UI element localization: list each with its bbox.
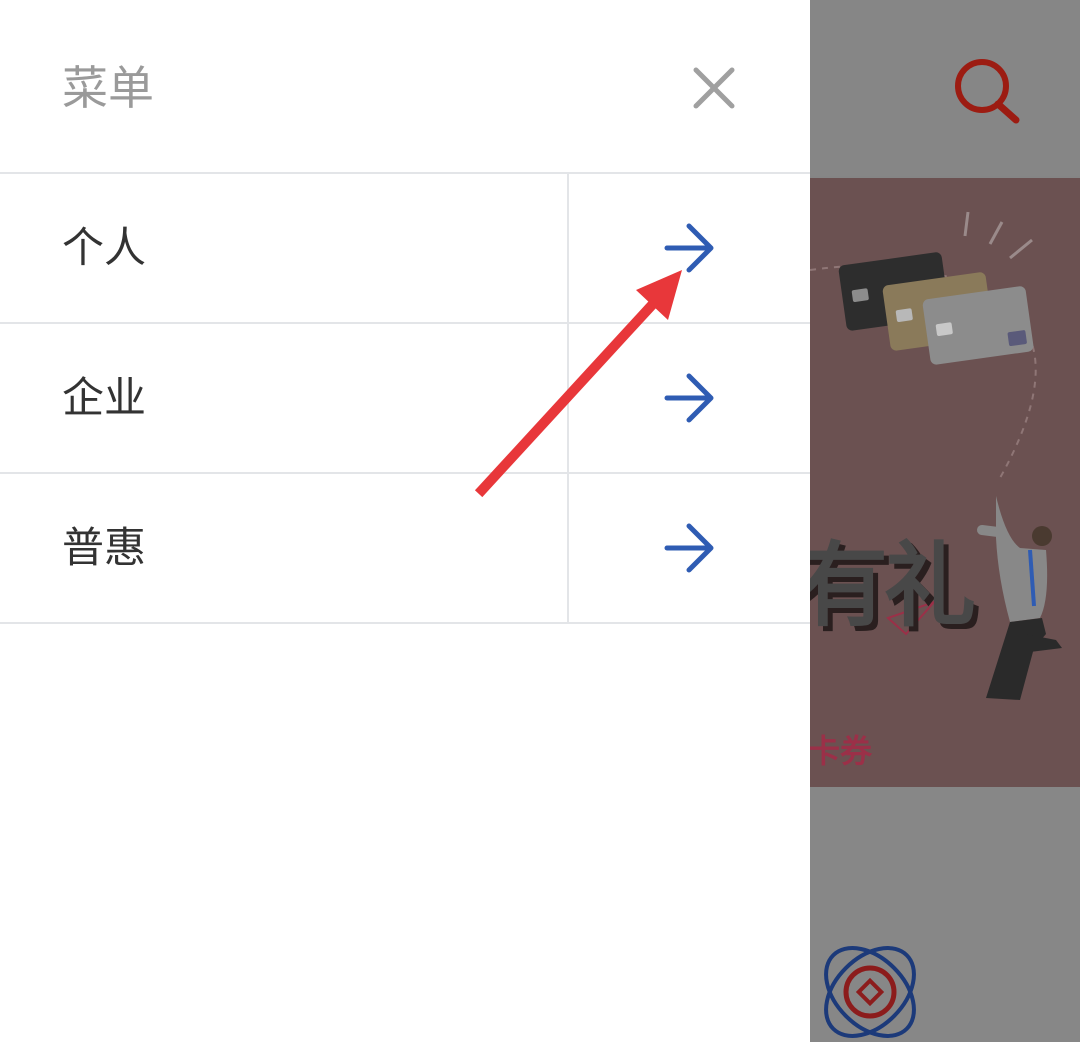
arrow-right-icon [664, 373, 714, 423]
bank-logo-icon[interactable] [812, 936, 928, 1042]
drawer-header: 菜单 [0, 0, 810, 174]
menu-item-label[interactable]: 普惠 [62, 518, 146, 578]
menu-item-label[interactable]: 个人 [62, 218, 146, 278]
search-icon[interactable] [950, 56, 1022, 128]
arrow-right-icon [664, 223, 714, 273]
menu-list: 个人 企业 普惠 [0, 174, 810, 624]
drawer-title: 菜单 [62, 61, 154, 115]
menu-item-personal-arrow-button[interactable] [569, 174, 810, 322]
menu-drawer: 菜单 个人 企业 普惠 [0, 0, 810, 1042]
menu-item-inclusive-arrow-button[interactable] [569, 474, 810, 622]
menu-item-enterprise-arrow-button[interactable] [569, 324, 810, 472]
menu-item-enterprise[interactable]: 企业 [0, 324, 810, 474]
promo-banner[interactable]: 有礼 卡券 [810, 178, 1080, 787]
banner-subheadline: 卡券 [810, 732, 873, 770]
close-icon [693, 67, 735, 109]
close-button[interactable] [690, 64, 738, 112]
banner-illustration [810, 211, 1062, 700]
arrow-right-icon [664, 523, 714, 573]
menu-item-inclusive[interactable]: 普惠 [0, 474, 810, 624]
banner-headline: 有礼 [810, 532, 976, 640]
person-illustration [977, 496, 1062, 700]
menu-item-personal[interactable]: 个人 [0, 174, 810, 324]
menu-item-label[interactable]: 企业 [62, 368, 146, 428]
